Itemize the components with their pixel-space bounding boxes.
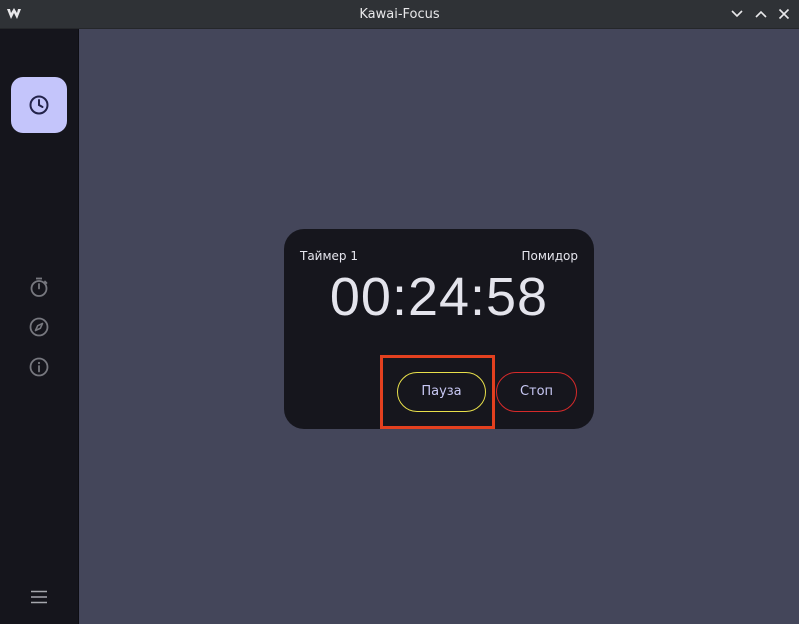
hamburger-menu-icon[interactable] (28, 586, 50, 608)
clock-icon (29, 95, 49, 115)
timer-mode: Помидор (521, 249, 578, 263)
stop-button[interactable]: Стоп (496, 372, 577, 412)
compass-icon (29, 317, 49, 337)
info-icon (29, 357, 49, 377)
sidebar-item-stopwatch[interactable] (28, 276, 50, 298)
timer-card: Таймер 1 Помидор 00:24:58 Пауза Стоп (284, 229, 594, 429)
timer-countdown: 00:24:58 (329, 267, 549, 327)
pause-button[interactable]: Пауза (397, 372, 486, 412)
close-icon[interactable] (775, 5, 793, 23)
stopwatch-icon (30, 277, 48, 297)
sidebar-item-compass[interactable] (28, 316, 50, 338)
sidebar-item-timer[interactable] (11, 77, 67, 133)
window-title: Kawai-Focus (359, 7, 440, 22)
sidebar-item-info[interactable] (28, 356, 50, 378)
title-bar: Kawai-Focus (0, 0, 799, 29)
maximize-chevron-up-icon[interactable] (752, 5, 770, 23)
timer-name: Таймер 1 (300, 249, 358, 263)
minimize-chevron-down-icon[interactable] (728, 5, 746, 23)
sidebar (0, 29, 79, 624)
